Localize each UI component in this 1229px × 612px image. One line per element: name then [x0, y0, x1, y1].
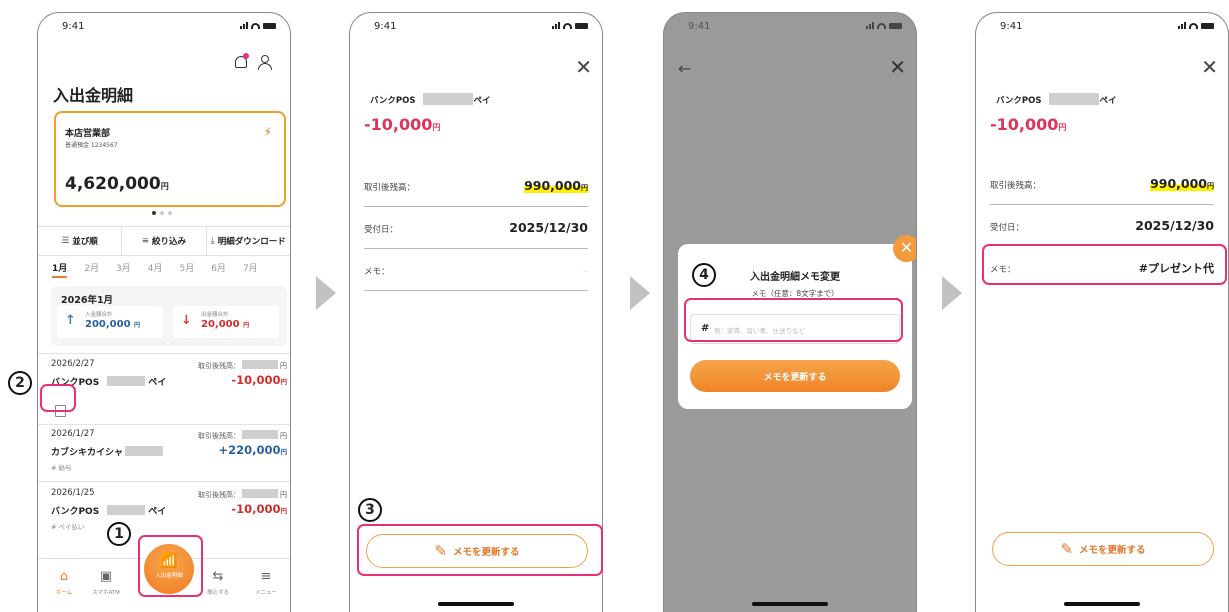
- filter-button[interactable]: ≡ 絞り込み: [122, 227, 207, 255]
- signal-icon: [1178, 22, 1186, 29]
- list-item[interactable]: 2026/2/27 取引後残高：円 バンクPOS ペイ -10,000円: [51, 359, 287, 415]
- close-icon[interactable]: ✕: [575, 55, 592, 79]
- tab-smartphone-atm[interactable]: ▣ スマホATM: [86, 569, 126, 596]
- tab-month-4[interactable]: 4月: [148, 261, 163, 278]
- signal-icon: [240, 22, 248, 29]
- sort-button[interactable]: ☰ 並び順: [38, 227, 123, 255]
- phone-screen-transaction-detail: 9:41 ✕ バンクPOS ペイ -10,000円 取引後残高： 990,000円…: [349, 12, 603, 612]
- toolbar: ☰ 並び順 ≡ 絞り込み ⤓ 明細ダウンロード: [38, 227, 290, 255]
- step-badge-3: 3: [358, 498, 382, 522]
- step-badge-1: 1: [107, 522, 131, 546]
- status-bar: 9:41: [976, 13, 1228, 39]
- home-indicator: [438, 602, 514, 606]
- filter-icon: ≡: [141, 236, 150, 246]
- brand-logo-icon: ⚡: [263, 125, 272, 139]
- step-badge-4: 4: [692, 263, 716, 287]
- edit-icon: ✎: [1060, 540, 1074, 558]
- flow-arrow: [316, 276, 336, 310]
- summary-month: 2026年1月: [61, 295, 114, 306]
- tab-month-2[interactable]: 2月: [84, 261, 99, 278]
- tab-transfer[interactable]: ⇆ 振込する: [198, 569, 238, 596]
- download-icon: ⤓: [210, 236, 215, 246]
- download-button[interactable]: ⤓ 明細ダウンロード: [207, 227, 290, 255]
- sort-icon: ☰: [61, 236, 70, 246]
- date-row: 受付日： 2025/12/30: [364, 208, 588, 249]
- modal-close-icon[interactable]: ✕: [893, 235, 916, 262]
- status-bar: 9:41: [350, 13, 602, 39]
- tab-month-1[interactable]: 1月: [52, 261, 68, 278]
- modal-submit-button[interactable]: メモを更新する: [690, 360, 900, 392]
- status-bar: 9:41: [38, 13, 290, 39]
- phone-screen-statement-list: 9:41 入出金明細 本店営業部 普通預金 1234567 4,620,000円…: [37, 12, 291, 612]
- arrow-down-icon: ↓: [181, 313, 192, 328]
- close-icon[interactable]: ✕: [1201, 55, 1218, 79]
- home-icon: ⌂: [59, 569, 69, 584]
- payee-name: バンクPOS ペイ: [996, 93, 1117, 106]
- deposit-total: ↑ 入金額合計 200,000 円: [57, 306, 163, 338]
- transaction-amount: -10,000円: [990, 115, 1067, 134]
- highlight-memo-result: [982, 244, 1227, 285]
- account-card[interactable]: 本店営業部 普通預金 1234567 4,620,000円 ⚡: [54, 111, 286, 207]
- home-indicator: [1064, 602, 1140, 606]
- update-memo-button[interactable]: ✎ メモを更新する: [992, 532, 1214, 566]
- atm-icon: ▣: [99, 569, 113, 584]
- battery-icon: [575, 23, 588, 29]
- memo-row: メモ： …: [364, 250, 588, 291]
- account-branch: 本店営業部: [65, 129, 111, 139]
- user-icon[interactable]: [258, 55, 272, 70]
- tab-month-7[interactable]: 7月: [243, 261, 258, 278]
- tab-home[interactable]: ⌂ ホーム: [44, 569, 84, 596]
- close-icon[interactable]: ✕: [889, 55, 906, 79]
- withdraw-total: ↓ 出金額合計 20,000 円: [173, 306, 279, 338]
- step-badge-2: 2: [8, 371, 32, 395]
- status-time: 9:41: [62, 21, 85, 32]
- monthly-summary: 2026年1月 ↑ 入金額合計 200,000 円 ↓ 出金額合計 20,000…: [51, 286, 287, 346]
- back-arrow-icon[interactable]: ←: [678, 59, 691, 78]
- tab-month-6[interactable]: 6月: [211, 261, 226, 278]
- wifi-icon: [251, 23, 260, 29]
- payee-name: バンクPOS ペイ: [370, 93, 491, 106]
- tab-month-5[interactable]: 5月: [179, 261, 194, 278]
- carousel-dots: [152, 211, 172, 215]
- status-bar: 9:41: [664, 13, 916, 39]
- arrow-up-icon: ↑: [65, 313, 76, 328]
- signal-icon: [866, 22, 874, 29]
- balance-row: 取引後残高： 990,000円: [364, 166, 588, 207]
- highlight-step-2: [40, 384, 76, 412]
- menu-icon: ≡: [260, 569, 272, 584]
- highlight-step-3: [357, 524, 603, 576]
- highlight-step-1: [138, 535, 203, 597]
- phone-screen-memo-updated: 9:41 ✕ バンクPOS ペイ -10,000円 取引後残高： 990,000円…: [975, 12, 1229, 612]
- battery-icon: [1201, 23, 1214, 29]
- list-item[interactable]: 2026/1/25 取引後残高：円 バンクPOS ペイ -10,000円 # ペイ…: [51, 488, 287, 536]
- flow-arrow: [630, 276, 650, 310]
- battery-icon: [263, 23, 276, 29]
- month-tabs: 1月 2月 3月 4月 5月 6月 7月: [52, 261, 258, 278]
- notification-dot: [243, 53, 249, 59]
- wifi-icon: [877, 23, 886, 29]
- wifi-icon: [1189, 23, 1198, 29]
- home-indicator: [752, 602, 828, 606]
- signal-icon: [552, 22, 560, 29]
- date-row: 受付日： 2025/12/30: [990, 218, 1214, 233]
- list-item[interactable]: 2026/1/27 取引後残高：円 カブシキカイシャ +220,000円 # 給…: [51, 429, 287, 477]
- battery-icon: [889, 23, 902, 29]
- page-title: 入出金明細: [53, 86, 134, 105]
- balance-row: 取引後残高： 990,000円: [990, 164, 1214, 205]
- flow-arrow: [942, 276, 962, 310]
- tab-month-3[interactable]: 3月: [116, 261, 131, 278]
- account-balance: 4,620,000円: [65, 174, 169, 194]
- transfer-icon: ⇆: [212, 569, 224, 584]
- highlight-step-4: [684, 298, 903, 342]
- wifi-icon: [563, 23, 572, 29]
- transaction-amount: -10,000円: [364, 115, 441, 134]
- account-number: 普通預金 1234567: [65, 142, 118, 149]
- tab-menu[interactable]: ≡ メニュー: [246, 569, 286, 596]
